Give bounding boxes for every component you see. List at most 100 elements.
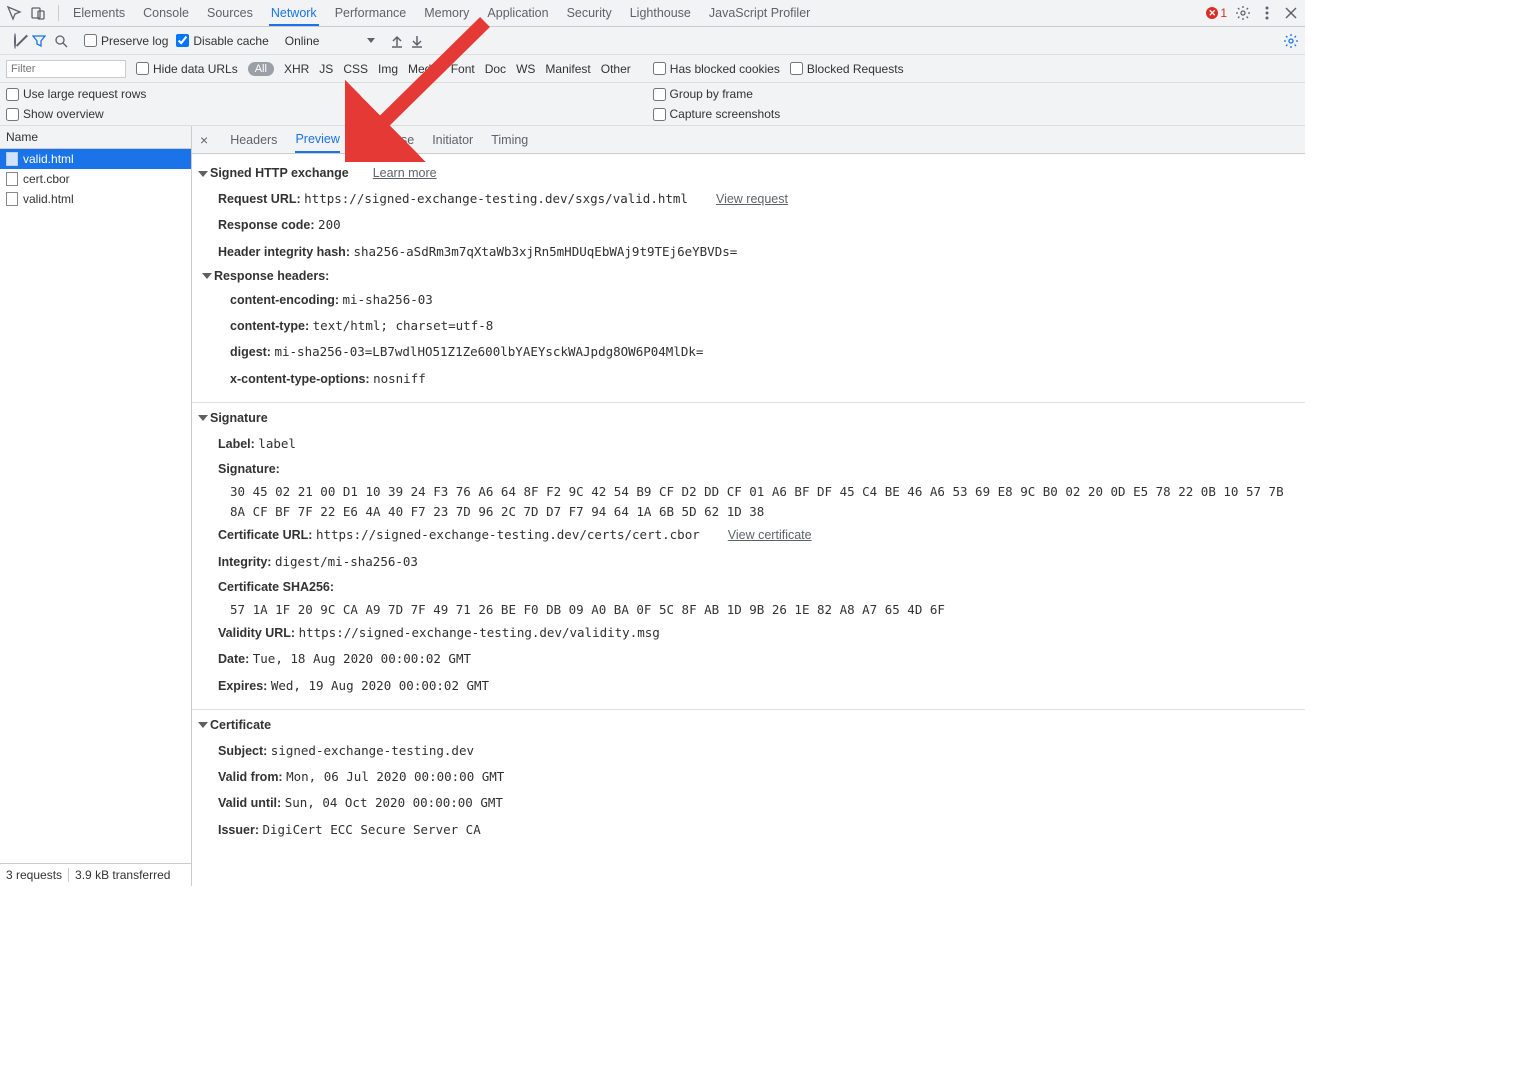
document-icon <box>6 192 18 206</box>
blocked-requests-label: Blocked Requests <box>807 62 904 76</box>
section-title: Signature <box>210 411 268 425</box>
disclosure-triangle-icon[interactable] <box>198 722 208 728</box>
network-options: Use large request rows Show overview Gro… <box>0 83 1305 126</box>
kebab-icon[interactable] <box>1259 5 1275 21</box>
tab-lighthouse[interactable]: Lighthouse <box>628 1 693 26</box>
capture-screenshots-label: Capture screenshots <box>670 107 781 121</box>
value: Wed, 19 Aug 2020 00:00:02 GMT <box>271 678 489 693</box>
hide-data-urls-checkbox[interactable]: Hide data URLs <box>136 62 238 76</box>
request-row[interactable]: cert.cbor <box>0 169 191 189</box>
preserve-log-checkbox[interactable]: Preserve log <box>84 34 168 48</box>
filter-type-js[interactable]: JS <box>319 62 333 76</box>
filter-type-other[interactable]: Other <box>601 62 631 76</box>
name-column-header[interactable]: Name <box>0 126 191 149</box>
search-icon[interactable] <box>54 34 68 48</box>
filter-types: XHR JS CSS Img Media Font Doc WS Manifes… <box>284 62 631 76</box>
tab-console[interactable]: Console <box>141 1 191 26</box>
label: digest: <box>230 345 271 359</box>
disable-cache-checkbox[interactable]: Disable cache <box>176 34 268 48</box>
label: Valid from: <box>218 770 283 784</box>
document-icon <box>6 152 18 166</box>
tab-network[interactable]: Network <box>269 1 319 26</box>
tab-performance[interactable]: Performance <box>333 1 409 26</box>
has-blocked-cookies-label: Has blocked cookies <box>670 62 780 76</box>
value: https://signed-exchange-testing.dev/vali… <box>299 625 660 640</box>
certificate-section: Certificate Subject: signed-exchange-tes… <box>192 710 1305 853</box>
value: mi-sha256-03 <box>343 292 433 307</box>
request-row[interactable]: valid.html <box>0 149 191 169</box>
label: Integrity: <box>218 555 271 569</box>
filter-toggle-icon[interactable] <box>32 34 46 48</box>
capture-screenshots-checkbox[interactable]: Capture screenshots <box>653 107 1300 121</box>
blocked-requests-checkbox[interactable]: Blocked Requests <box>790 62 904 76</box>
label: Certificate SHA256: <box>218 580 334 594</box>
upload-icon[interactable] <box>391 34 403 48</box>
view-certificate-link[interactable]: View certificate <box>728 528 812 542</box>
device-toggle-icon[interactable] <box>30 5 46 21</box>
tab-initiator[interactable]: Initiator <box>432 128 473 152</box>
label: Response code: <box>218 218 315 232</box>
label: Header integrity hash: <box>218 245 350 259</box>
tab-timing[interactable]: Timing <box>491 128 528 152</box>
tab-elements[interactable]: Elements <box>71 1 127 26</box>
filter-type-css[interactable]: CSS <box>343 62 368 76</box>
label: Label: <box>218 437 255 451</box>
tab-security[interactable]: Security <box>565 1 614 26</box>
disclosure-triangle-icon[interactable] <box>198 171 208 177</box>
disclosure-triangle-icon[interactable] <box>202 273 212 279</box>
large-rows-checkbox[interactable]: Use large request rows <box>6 87 653 101</box>
value: Sun, 04 Oct 2020 00:00:00 GMT <box>285 795 503 810</box>
request-count: 3 requests <box>6 868 62 882</box>
tab-jsprofiler[interactable]: JavaScript Profiler <box>707 1 812 26</box>
detail-body: Signed HTTP exchangeLearn more Request U… <box>192 154 1305 886</box>
request-row[interactable]: valid.html <box>0 189 191 209</box>
signature-hex: 30 45 02 21 00 D1 10 39 24 F3 76 A6 64 8… <box>200 482 1297 522</box>
detail-tabs: × Headers Preview Response Initiator Tim… <box>192 126 1305 154</box>
has-blocked-cookies-checkbox[interactable]: Has blocked cookies <box>653 62 780 76</box>
tab-response[interactable]: Response <box>358 128 414 152</box>
request-list: valid.html cert.cbor valid.html <box>0 149 191 863</box>
label: content-encoding: <box>230 293 339 307</box>
view-request-link[interactable]: View request <box>716 192 788 206</box>
request-name: valid.html <box>23 192 74 206</box>
tab-memory[interactable]: Memory <box>422 1 471 26</box>
download-icon[interactable] <box>411 34 423 48</box>
value: https://signed-exchange-testing.dev/sxgs… <box>304 191 688 206</box>
gear-icon[interactable] <box>1235 5 1251 21</box>
large-rows-label: Use large request rows <box>23 87 146 101</box>
value: label <box>258 436 296 451</box>
throttling-select[interactable]: Online <box>285 34 376 48</box>
error-count[interactable]: ✕1 <box>1206 6 1227 20</box>
disclosure-triangle-icon[interactable] <box>198 415 208 421</box>
filter-type-media[interactable]: Media <box>408 62 441 76</box>
filter-type-img[interactable]: Img <box>378 62 398 76</box>
learn-more-link[interactable]: Learn more <box>373 166 437 180</box>
network-settings-icon[interactable] <box>1283 33 1299 49</box>
detail-pane: × Headers Preview Response Initiator Tim… <box>192 126 1305 886</box>
value: Mon, 06 Jul 2020 00:00:00 GMT <box>286 769 504 784</box>
filter-type-manifest[interactable]: Manifest <box>545 62 590 76</box>
value: mi-sha256-03=LB7wdlHO51Z1Ze600lbYAEYsckW… <box>274 344 703 359</box>
label: Subject: <box>218 744 267 758</box>
filter-input[interactable] <box>6 60 126 78</box>
sha-hex: 57 1A 1F 20 9C CA A9 7D 7F 49 71 26 BE F… <box>200 600 1297 620</box>
filter-type-doc[interactable]: Doc <box>485 62 506 76</box>
close-icon[interactable] <box>1283 5 1299 21</box>
tab-sources[interactable]: Sources <box>205 1 255 26</box>
filter-type-font[interactable]: Font <box>451 62 475 76</box>
value: text/html; charset=utf-8 <box>313 318 494 333</box>
show-overview-checkbox[interactable]: Show overview <box>6 107 653 121</box>
filter-all-pill[interactable]: All <box>248 62 274 76</box>
tab-application[interactable]: Application <box>485 1 550 26</box>
tab-headers[interactable]: Headers <box>230 128 277 152</box>
devtools-main-toolbar: Elements Console Sources Network Perform… <box>0 0 1305 27</box>
value: digest/mi-sha256-03 <box>275 554 418 569</box>
tab-preview[interactable]: Preview <box>295 127 339 153</box>
inspect-icon[interactable] <box>6 5 22 21</box>
group-frame-checkbox[interactable]: Group by frame <box>653 87 1300 101</box>
value: https://signed-exchange-testing.dev/cert… <box>316 527 700 542</box>
clear-button[interactable] <box>14 34 16 48</box>
close-detail-button[interactable]: × <box>200 132 208 148</box>
filter-type-xhr[interactable]: XHR <box>284 62 309 76</box>
filter-type-ws[interactable]: WS <box>516 62 535 76</box>
